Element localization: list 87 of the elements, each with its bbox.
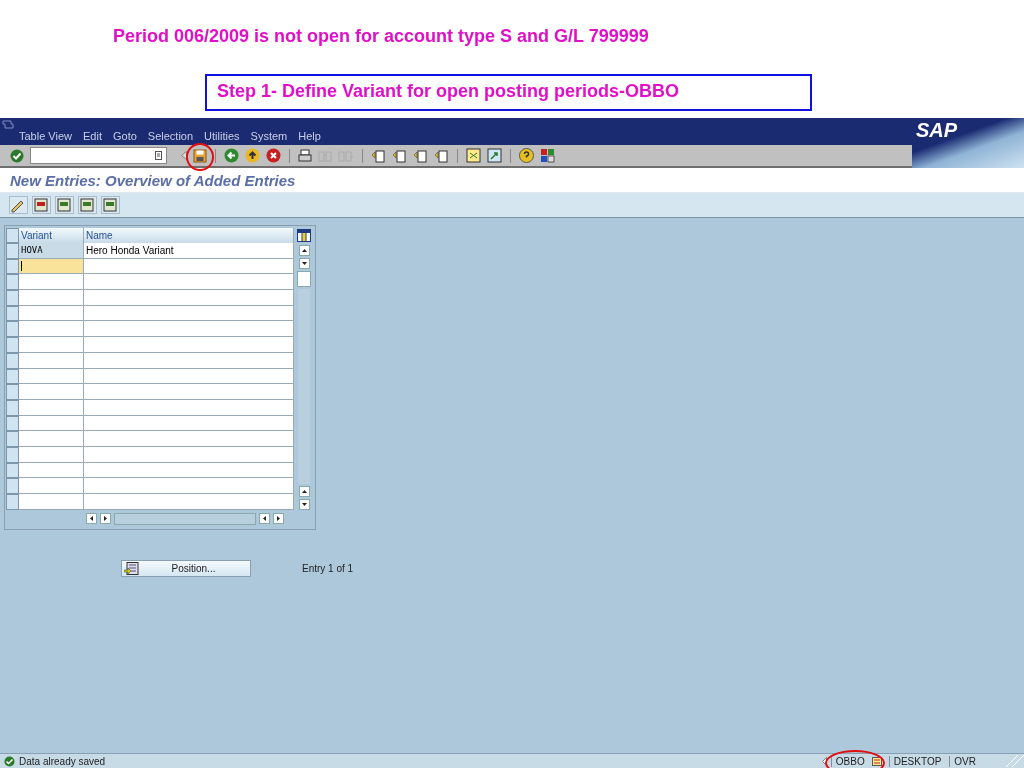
page-scroll-icon[interactable] [371, 148, 386, 163]
page-scroll-icon[interactable] [392, 148, 407, 163]
logo: SAP [912, 118, 1024, 168]
new-window-icon[interactable] [466, 148, 481, 163]
table-row-icon[interactable] [78, 196, 97, 214]
row-selector[interactable] [6, 431, 19, 447]
variant-cell[interactable] [19, 494, 84, 510]
back-arrow-icon[interactable] [224, 148, 239, 163]
page-scroll-icon[interactable] [434, 148, 449, 163]
menu-item[interactable]: Goto [112, 130, 137, 142]
enter-check-icon[interactable] [10, 148, 24, 163]
menu-item[interactable]: Utilities [204, 130, 240, 142]
variant-cell[interactable] [19, 321, 84, 338]
name-cell[interactable] [84, 321, 294, 338]
table-row-icon[interactable] [101, 196, 120, 214]
success-check-icon [4, 755, 15, 767]
step-caption-box: Step 1- Define Variant for open posting periods-OBBO [205, 74, 812, 111]
name-cell[interactable] [84, 494, 294, 510]
scroll-up-icon[interactable] [298, 245, 310, 256]
row-selector[interactable] [6, 321, 19, 338]
name-cell[interactable] [84, 478, 294, 494]
screen-title: New Entries: Overview of Added Entries [10, 171, 296, 189]
row-selector[interactable] [6, 290, 19, 306]
variant-cell[interactable] [19, 384, 84, 400]
text-cursor [21, 261, 22, 272]
save-icon[interactable] [193, 148, 207, 163]
row-selector[interactable] [6, 274, 19, 291]
command-field[interactable] [30, 147, 167, 164]
transaction-code: OBBO [830, 755, 869, 767]
variant-cell[interactable] [19, 274, 84, 291]
print-icon[interactable] [298, 148, 312, 163]
list-icon[interactable] [155, 151, 162, 160]
horizontal-scrollbar[interactable] [114, 512, 256, 525]
variant-cell[interactable] [19, 478, 84, 494]
position-button[interactable]: Position... [121, 559, 251, 577]
menu-item[interactable]: System [250, 130, 288, 142]
annotation-circle [824, 749, 885, 768]
row-selector[interactable] [6, 494, 19, 510]
server-icon[interactable] [871, 756, 882, 766]
shortcut-icon[interactable] [487, 148, 502, 163]
name-cell[interactable]: Hero Honda Variant [84, 243, 294, 259]
table-row-icon[interactable] [32, 196, 51, 214]
menu-item[interactable]: Table View [19, 130, 72, 142]
name-cell[interactable] [84, 337, 294, 353]
scroll-down-icon[interactable] [298, 258, 310, 269]
table-row-icon[interactable] [55, 196, 74, 214]
layout-icon[interactable] [540, 148, 555, 163]
up-arrow-icon[interactable] [245, 148, 260, 163]
history-triangle-icon[interactable] [181, 151, 187, 160]
variant-cell[interactable] [19, 431, 84, 447]
scroll-left-icon[interactable] [259, 513, 270, 525]
column-settings-icon[interactable] [297, 229, 311, 242]
scroll-right-icon[interactable] [273, 513, 284, 525]
variant-cell[interactable] [19, 290, 84, 306]
scroll-right-icon[interactable] [100, 513, 111, 525]
menu-item[interactable]: Help [298, 130, 321, 142]
cancel-icon[interactable] [266, 148, 281, 163]
name-cell[interactable] [84, 431, 294, 447]
variant-cell[interactable]: HOVA [19, 243, 84, 259]
menu-item[interactable]: Selection [147, 130, 194, 142]
status-message: Data already saved [19, 755, 106, 767]
name-cell[interactable] [84, 384, 294, 400]
row-selector[interactable] [6, 243, 19, 259]
column-header[interactable]: Variant [19, 228, 84, 243]
entry-count: Entry 1 of 1 [302, 562, 354, 574]
scroll-up-icon[interactable] [298, 485, 310, 497]
select-all-button[interactable] [6, 228, 19, 243]
slide-heading: Period 006/2009 is not open for account type S and G/L 799999 [113, 26, 649, 47]
column-header[interactable]: Name [84, 228, 294, 243]
page-scroll-icon[interactable] [413, 148, 428, 163]
variant-cell[interactable] [19, 337, 84, 353]
edit-pencil-icon[interactable] [9, 196, 28, 214]
window-menu-icon[interactable] [2, 120, 14, 129]
scroll-down-icon[interactable] [298, 498, 310, 510]
name-cell[interactable] [84, 274, 294, 291]
scroll-thumb[interactable] [297, 271, 311, 287]
status-triangle-icon[interactable] [821, 756, 827, 766]
row-selector[interactable] [6, 337, 19, 353]
scroll-left-icon[interactable] [86, 513, 97, 525]
help-icon[interactable] [519, 148, 534, 163]
system-name: DESKTOP [888, 755, 946, 767]
row-selector[interactable] [6, 478, 19, 494]
row-selector[interactable] [6, 384, 19, 400]
insert-mode: OVR [949, 755, 980, 767]
name-cell[interactable] [84, 290, 294, 306]
vertical-scrollbar[interactable] [296, 243, 312, 510]
menu-item[interactable]: Edit [83, 130, 102, 142]
